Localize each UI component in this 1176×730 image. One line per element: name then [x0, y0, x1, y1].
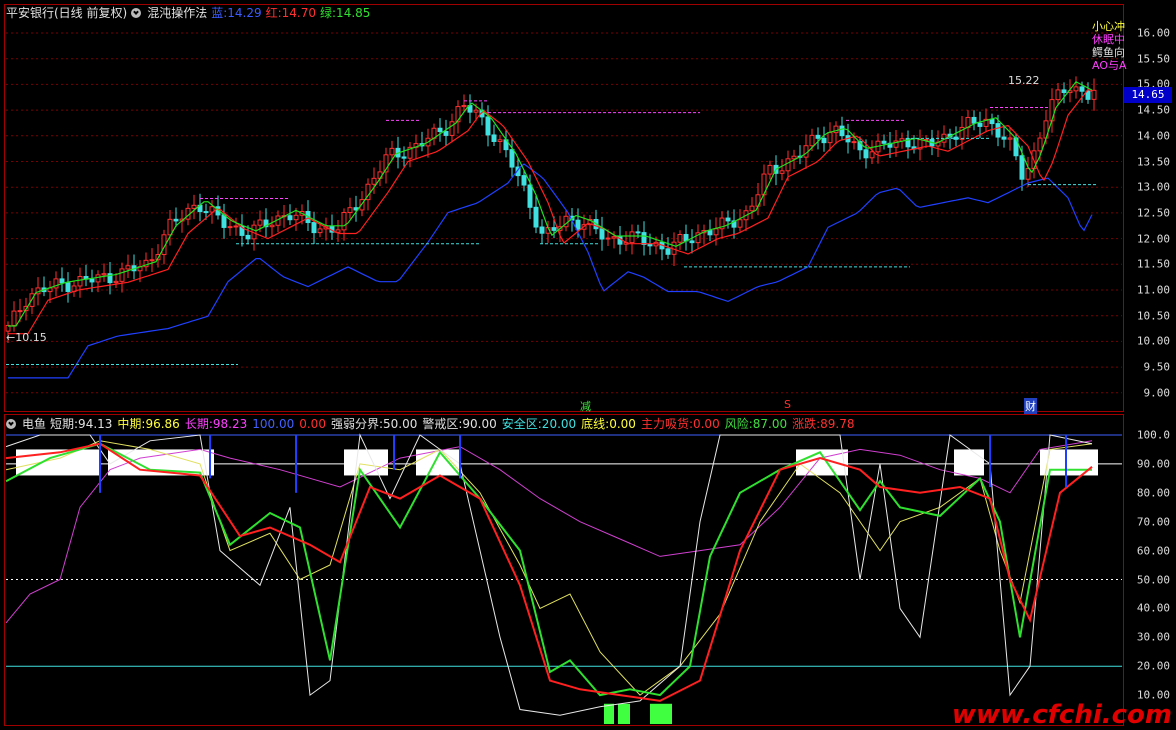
- warning-block-5: [954, 449, 984, 476]
- oscillator-svg: [5, 433, 1122, 724]
- short-term-line: [5, 433, 1093, 716]
- osc-tick-4: 60.00: [1136, 544, 1170, 558]
- warning-block-2: [344, 449, 388, 476]
- osc-tick-3: 70.00: [1136, 515, 1170, 529]
- mid-term-line: [5, 440, 1093, 696]
- accumulation-bar-1: [618, 703, 630, 724]
- accumulation-bar-0: [604, 703, 614, 724]
- osc-tick-2: 80.00: [1136, 486, 1170, 500]
- osc-tick-5: 50.00: [1136, 573, 1170, 586]
- trend-line: [5, 442, 1093, 702]
- accumulation-bar-2: [650, 703, 672, 724]
- watermark: www.cfchi.com: [951, 700, 1172, 730]
- osc-tick-8: 20.00: [1136, 659, 1170, 673]
- risk-line: [5, 442, 1092, 697]
- oscillator-axis: 100.0 90.00 80.00 70.00 60.00 50.00 40.00 30.00…: [1124, 0, 1176, 728]
- osc-tick-7: 30.00: [1136, 630, 1170, 644]
- osc-tick-1: 90.00: [1136, 457, 1170, 471]
- osc-tick-6: 40.00: [1136, 601, 1170, 615]
- osc-tick-0: 100.0: [1136, 428, 1170, 442]
